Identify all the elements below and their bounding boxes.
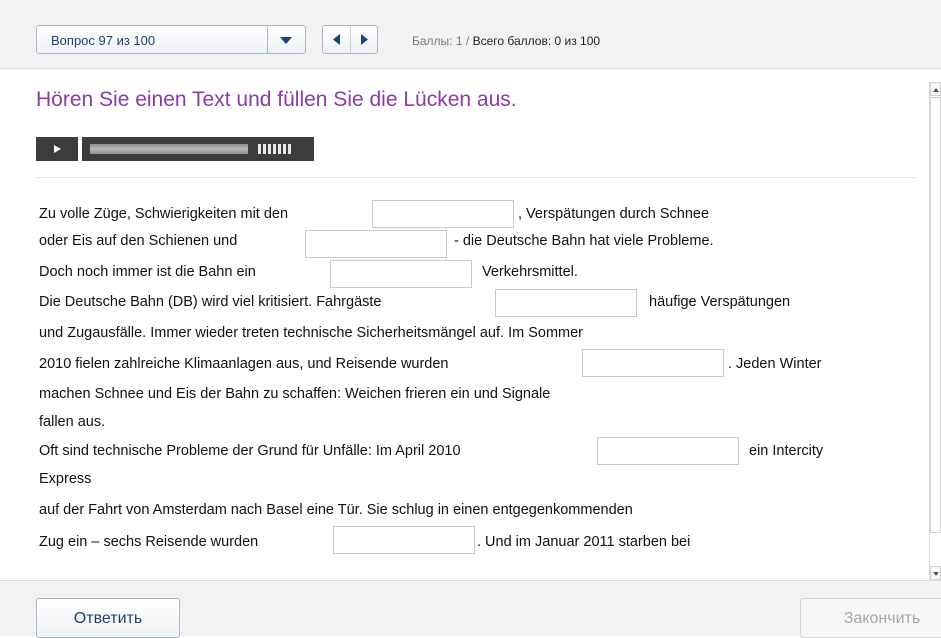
divider xyxy=(36,177,916,178)
text-line: Zu volle Züge, Schwierigkeiten mit den xyxy=(39,206,289,222)
prev-question-button[interactable] xyxy=(323,26,351,53)
text-line: Die Deutsche Bahn (DB) wird viel kritisi… xyxy=(39,294,382,310)
text-line: Doch noch immer ist die Bahn ein xyxy=(39,264,256,280)
dropdown-button[interactable] xyxy=(267,26,305,53)
gap-input-1[interactable] xyxy=(372,200,514,228)
finish-button[interactable]: Закончить xyxy=(800,598,941,638)
audio-progress-bar xyxy=(90,144,248,154)
total-score-label: Всего баллов: 0 из 100 xyxy=(472,34,601,48)
gap-input-5[interactable] xyxy=(582,349,724,377)
answer-button[interactable]: Ответить xyxy=(36,598,180,638)
arrow-up-icon xyxy=(933,88,939,92)
text-line: fallen aus. xyxy=(39,414,106,430)
scroll-thumb[interactable] xyxy=(930,97,941,533)
text-line: oder Eis auf den Schienen und xyxy=(39,233,238,249)
text-line: und Zugausfälle. Immer wieder treten tec… xyxy=(39,325,583,341)
question-select-value: Вопрос 97 из 100 xyxy=(51,33,156,48)
text-line: Express xyxy=(39,471,92,487)
text-line: auf der Fahrt von Amsterdam nach Basel e… xyxy=(39,502,633,518)
chevron-down-icon xyxy=(280,37,292,44)
score-separator: / xyxy=(465,34,470,48)
next-question-button[interactable] xyxy=(351,26,378,53)
audio-player xyxy=(36,137,314,161)
question-select[interactable]: Вопрос 97 из 100 xyxy=(36,25,306,54)
arrow-right-icon xyxy=(361,34,368,45)
text-line: Zug ein – sechs Reisende wurden xyxy=(39,534,259,550)
text-line: . Jeden Winter xyxy=(728,356,822,372)
text-line: - die Deutsche Bahn hat viele Probleme. xyxy=(454,233,714,249)
text-line: . Und im Januar 2011 starben bei xyxy=(477,534,691,550)
gap-input-6[interactable] xyxy=(597,437,739,465)
text-line: Oft sind technische Probleme der Grund f… xyxy=(39,443,461,459)
scroll-down-button[interactable] xyxy=(930,566,941,580)
text-line: , Verspätungen durch Schnee xyxy=(518,206,710,222)
arrow-down-icon xyxy=(933,572,939,576)
text-line: machen Schnee und Eis der Bahn zu schaff… xyxy=(39,386,551,402)
question-content: Hören Sie einen Text und füllen Sie die … xyxy=(0,69,941,579)
task-title: Hören Sie einen Text und füllen Sie die … xyxy=(36,88,517,111)
text-line: häufige Verspätungen xyxy=(649,294,791,310)
volume-icon[interactable] xyxy=(258,144,298,154)
gap-input-3[interactable] xyxy=(330,260,472,288)
scroll-up-button[interactable] xyxy=(930,82,941,96)
text-line: 2010 fielen zahlreiche Klimaanlagen aus,… xyxy=(39,356,449,372)
text-line: ein Intercity xyxy=(749,443,824,459)
score-label: Баллы: 1 xyxy=(412,34,463,48)
bottom-toolbar: Ответить Закончить xyxy=(0,580,941,638)
question-nav xyxy=(322,25,378,54)
play-icon xyxy=(54,145,61,153)
gap-input-7[interactable] xyxy=(333,526,475,554)
top-toolbar: Вопрос 97 из 100 Баллы: 1 / Всего баллов… xyxy=(0,0,941,69)
gap-input-4[interactable] xyxy=(495,289,637,317)
play-button[interactable] xyxy=(36,137,78,161)
audio-progress-track[interactable] xyxy=(82,137,314,161)
text-line: Verkehrsmittel. xyxy=(482,264,578,280)
content-scrollbar[interactable] xyxy=(929,82,941,580)
gap-input-2[interactable] xyxy=(305,230,447,258)
score-display: Баллы: 1 / Всего баллов: 0 из 100 xyxy=(412,34,600,48)
arrow-left-icon xyxy=(333,34,340,45)
